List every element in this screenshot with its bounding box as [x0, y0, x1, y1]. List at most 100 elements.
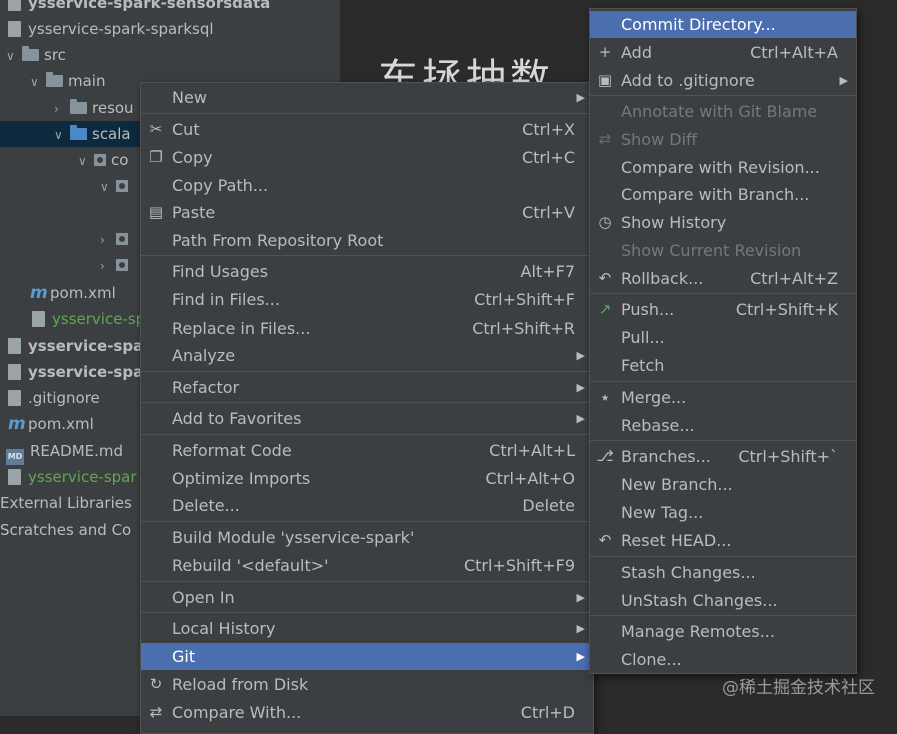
menu-item-delete[interactable]: Delete... Delete	[141, 492, 593, 519]
menu-item-new[interactable]: New ▶	[141, 84, 593, 111]
menu-item-label: Show History	[621, 213, 727, 232]
tree-item-package[interactable]: ∨ co	[78, 147, 128, 173]
menu-item-compare-with-revision[interactable]: Compare with Revision...	[590, 154, 856, 181]
tree-item-subpackage[interactable]: ∨	[100, 173, 133, 199]
menu-item-reformat-code[interactable]: Reformat Code Ctrl+Alt+L	[141, 437, 593, 464]
menu-item-rebase[interactable]: Rebase...	[590, 412, 856, 439]
menu-item-add[interactable]: + Add Ctrl+Alt+A	[590, 39, 856, 66]
menu-item-label: New	[172, 88, 207, 107]
tree-item-module[interactable]: ysservice-spar	[8, 333, 151, 359]
chevron-down-icon[interactable]: ∨	[100, 174, 116, 200]
git-submenu: Commit Directory... + Add Ctrl+Alt+A ▣ Add to…	[589, 8, 857, 674]
menu-item-copy-path[interactable]: Copy Path...	[141, 172, 593, 199]
menu-item-label: New Tag...	[621, 503, 704, 522]
menu-item-label: Replace in Files...	[172, 319, 311, 338]
tree-item-main[interactable]: ∨ main	[30, 68, 105, 94]
menu-item-cut[interactable]: ✂ Cut Ctrl+X	[141, 116, 593, 143]
module-icon	[8, 0, 21, 11]
menu-item-show-diff: ⇄ Show Diff	[590, 126, 856, 153]
menu-item-copy[interactable]: ❐ Copy Ctrl+C	[141, 144, 593, 171]
menu-item-reset-head[interactable]: ↶ Reset HEAD...	[590, 527, 856, 554]
menu-item-label: Delete...	[172, 496, 240, 515]
reload-icon: ↻	[149, 675, 163, 693]
menu-item-find-usages[interactable]: Find Usages Alt+F7	[141, 258, 593, 285]
menu-item-refactor[interactable]: Refactor ▶	[141, 374, 593, 401]
menu-item-label: UnStash Changes...	[621, 591, 778, 610]
tree-item-gitignore[interactable]: .gitignore	[8, 385, 100, 411]
menu-item-stash-changes[interactable]: Stash Changes...	[590, 559, 856, 586]
menu-item-paste[interactable]: ▤ Paste Ctrl+V	[141, 199, 593, 226]
menu-item-rollback[interactable]: ↶ Rollback... Ctrl+Alt+Z	[590, 265, 856, 292]
menu-item-show-history[interactable]: ◷ Show History	[590, 209, 856, 236]
chevron-down-icon[interactable]: ∨	[78, 148, 94, 174]
menu-separator	[590, 440, 856, 441]
chevron-down-icon[interactable]: ∨	[6, 43, 22, 69]
tree-item-module[interactable]: ysservice-spar	[8, 359, 151, 385]
tree-item-pom[interactable]: m pom.xml	[30, 280, 116, 306]
chevron-right-icon[interactable]: ›	[100, 253, 116, 279]
tree-item-sparksql[interactable]: ysservice-spark-sparksql	[8, 16, 214, 42]
menu-item-find-in-files[interactable]: Find in Files... Ctrl+Shift+F	[141, 286, 593, 313]
menu-item-commit-directory[interactable]: Commit Directory...	[590, 11, 856, 38]
shortcut-label: Ctrl+C	[521, 148, 575, 167]
menu-item-add-to-gitignore[interactable]: ▣ Add to .gitignore ▶	[590, 67, 856, 94]
tree-item-readme[interactable]: MD README.md	[6, 438, 123, 465]
chevron-right-icon[interactable]: ›	[54, 96, 70, 122]
tree-item-external-libraries[interactable]: External Libraries	[0, 490, 132, 516]
menu-item-label: Rebase...	[621, 416, 695, 435]
menu-item-build-module-ysservice-spark[interactable]: Build Module 'ysservice-spark'	[141, 524, 593, 551]
menu-item-path-from-repository-root[interactable]: Path From Repository Root	[141, 227, 593, 254]
maven-icon: m	[8, 414, 26, 434]
menu-item-compare-with[interactable]: ⇄ Compare With... Ctrl+D	[141, 699, 593, 726]
tree-item-resources[interactable]: › resou	[54, 95, 134, 121]
menu-item-pull[interactable]: Pull...	[590, 324, 856, 351]
chevron-down-icon[interactable]: ∨	[30, 69, 46, 95]
submenu-arrow-icon: ▶	[576, 412, 585, 425]
menu-item-label: Build Module 'ysservice-spark'	[172, 528, 415, 547]
menu-item-rebuild-default[interactable]: Rebuild '<default>' Ctrl+Shift+F9	[141, 552, 593, 579]
push-icon: ↗	[598, 300, 612, 318]
chevron-down-icon[interactable]: ∨	[54, 122, 70, 148]
branch-icon: ⎇	[596, 447, 614, 465]
menu-item-label: Annotate with Git Blame	[621, 102, 818, 121]
submenu-arrow-icon: ▶	[576, 650, 585, 663]
tree-item-src[interactable]: ∨ src	[6, 42, 66, 68]
menu-item-label: Merge...	[621, 388, 687, 407]
menu-item-local-history[interactable]: Local History ▶	[141, 615, 593, 642]
source-folder-icon	[70, 125, 87, 140]
menu-item-unstash-changes[interactable]: UnStash Changes...	[590, 587, 856, 614]
tree-item-scratches[interactable]: Scratches and Co	[0, 517, 131, 543]
menu-item-replace-in-files[interactable]: Replace in Files... Ctrl+Shift+R	[141, 315, 593, 342]
chevron-right-icon[interactable]: ›	[100, 227, 116, 253]
tree-item-iml[interactable]: ysservice-sp	[32, 306, 145, 332]
tree-item-root-pom[interactable]: m pom.xml	[8, 411, 94, 437]
tree-item-sensorsdata[interactable]: ysservice-spark-sensorsdata	[8, 0, 270, 16]
menu-item-open-in[interactable]: Open In ▶	[141, 584, 593, 611]
menu-item-label: Push...	[621, 300, 675, 319]
tree-item-subpackage[interactable]: ›	[100, 226, 133, 252]
menu-item-git[interactable]: Git ▶	[141, 643, 593, 670]
menu-item-reload-from-disk[interactable]: ↻ Reload from Disk	[141, 671, 593, 698]
menu-item-branches[interactable]: ⎇ Branches... Ctrl+Shift+`	[590, 443, 856, 470]
menu-item-fetch[interactable]: Fetch	[590, 352, 856, 379]
menu-item-compare-with-branch[interactable]: Compare with Branch...	[590, 181, 856, 208]
shortcut-label: Delete	[522, 496, 575, 515]
menu-item-optimize-imports[interactable]: Optimize Imports Ctrl+Alt+O	[141, 465, 593, 492]
package-icon	[116, 259, 128, 271]
menu-item-add-to-favorites[interactable]: Add to Favorites ▶	[141, 405, 593, 432]
menu-item-analyze[interactable]: Analyze ▶	[141, 342, 593, 369]
menu-item-label: Show Diff	[621, 130, 698, 149]
menu-item-manage-remotes[interactable]: Manage Remotes...	[590, 618, 856, 645]
copy-icon: ❐	[149, 148, 163, 166]
cut-icon: ✂	[149, 120, 163, 138]
menu-item-merge[interactable]: ⭑ Merge...	[590, 384, 856, 411]
menu-item-new-tag[interactable]: New Tag...	[590, 499, 856, 526]
menu-item-push[interactable]: ↗ Push... Ctrl+Shift+K	[590, 296, 856, 323]
menu-item-new-branch[interactable]: New Branch...	[590, 471, 856, 498]
folder-icon	[70, 99, 87, 114]
menu-separator	[141, 402, 593, 403]
tree-item-root-iml[interactable]: ysservice-spar	[8, 464, 137, 490]
submenu-arrow-icon: ▶	[576, 91, 585, 104]
tree-item-subpackage[interactable]: ›	[100, 252, 133, 278]
menu-item-clone[interactable]: Clone...	[590, 646, 856, 673]
